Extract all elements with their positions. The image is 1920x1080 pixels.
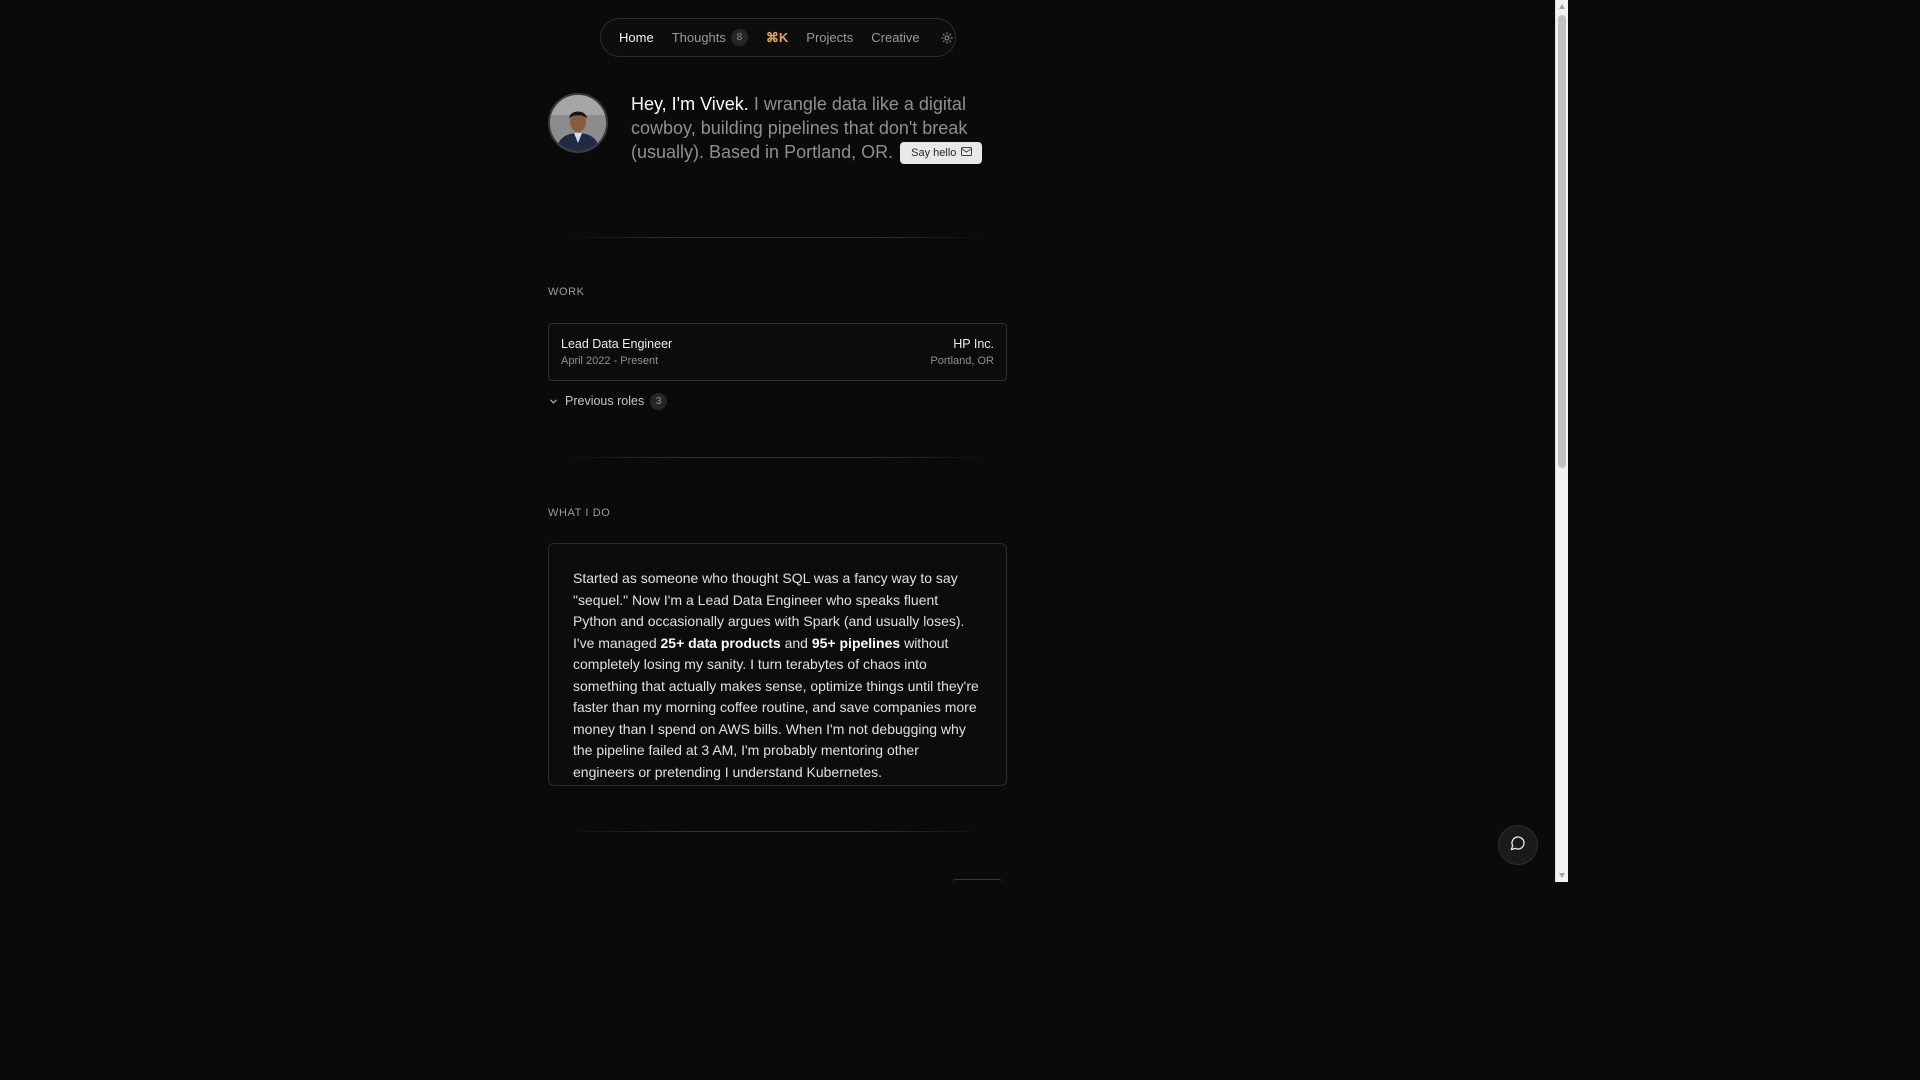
current-role-card: Lead Data Engineer April 2022 - Present … (548, 323, 1007, 381)
top-nav: Home Thoughts 8 ⌘K Projects Creative (600, 18, 956, 57)
hero-intro: Hey, I'm Vivek. I wrangle data like a di… (631, 92, 991, 164)
section-divider (560, 831, 992, 832)
avatar (548, 93, 608, 153)
role-dates: April 2022 - Present (561, 355, 659, 367)
scroll-up-arrow-icon[interactable] (1559, 4, 1565, 9)
page-scrollbar[interactable] (1555, 0, 1568, 882)
scrollbar-thumb[interactable] (1558, 15, 1566, 468)
previous-roles-label: Previous roles (565, 394, 645, 408)
nav-creative[interactable]: Creative (871, 30, 919, 45)
nav-thoughts-label: Thoughts (671, 30, 726, 45)
what-i-do-text-part: without completely losing my sanity. I t… (573, 634, 979, 780)
thoughts-count-badge: 8 (730, 29, 748, 46)
chevron-down-icon (548, 396, 559, 407)
previous-roles-count: 3 (650, 392, 668, 410)
role-location: Portland, OR (930, 355, 994, 367)
what-i-do-card: Started as someone who thought SQL was a… (548, 543, 1007, 786)
hero-greeting: Hey, I'm Vivek. (631, 94, 749, 114)
nav-projects[interactable]: Projects (806, 30, 853, 45)
chat-button[interactable] (1498, 825, 1538, 865)
what-i-do-text-part: and (780, 634, 812, 651)
work-heading: WORK (548, 286, 585, 298)
command-palette-button[interactable]: ⌘K (766, 30, 788, 46)
section-divider (560, 237, 992, 238)
previous-roles-toggle[interactable]: Previous roles 3 (548, 392, 668, 410)
what-i-do-heading: WHAT I DO (548, 507, 611, 519)
say-hello-button[interactable]: Say hello (900, 141, 983, 165)
what-i-do-text: Started as someone who thought SQL was a… (573, 568, 982, 783)
role-company: HP Inc. (953, 337, 994, 351)
nav-home[interactable]: Home (619, 30, 654, 45)
say-hello-label: Say hello (911, 147, 957, 159)
pipelines-highlight: 95+ pipelines (811, 634, 901, 651)
nav-thoughts[interactable]: Thoughts 8 (672, 29, 748, 46)
sun-icon[interactable] (940, 31, 954, 45)
chat-bubble-icon (1510, 835, 1526, 856)
scroll-down-arrow-icon[interactable] (1559, 873, 1565, 878)
mail-icon (961, 141, 973, 165)
section-divider (560, 457, 992, 458)
data-products-highlight: 25+ data products (660, 634, 781, 651)
next-section-element (952, 879, 1002, 882)
role-title: Lead Data Engineer (561, 337, 673, 351)
